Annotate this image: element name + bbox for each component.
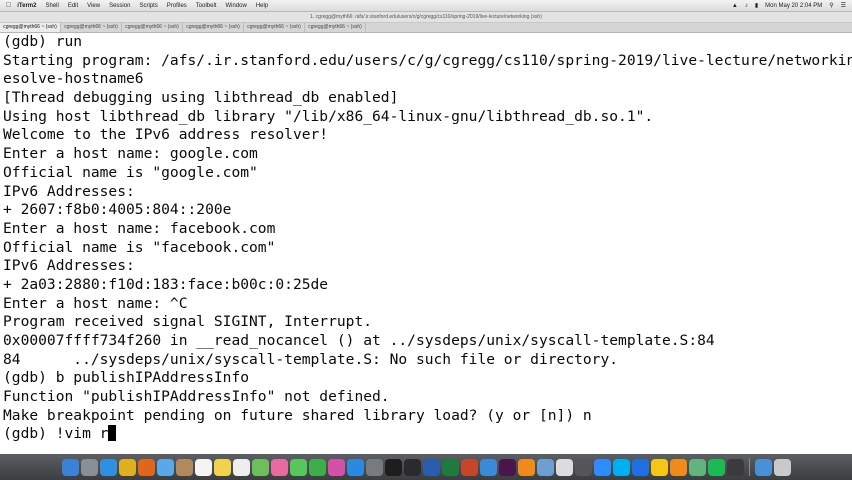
calendar-icon[interactable] xyxy=(194,458,212,476)
menu-toolbelt[interactable]: Toolbelt xyxy=(196,3,217,9)
terminal-line: Official name is "google.com" xyxy=(3,163,258,181)
terminal-line: Function "publishIPAddressInfo" not defi… xyxy=(3,388,390,406)
downloads-icon[interactable] xyxy=(754,458,772,476)
terminal-line: Make breakpoint pending on future shared… xyxy=(3,406,592,424)
menu-shell[interactable]: Shell xyxy=(45,3,58,9)
firefox-icon[interactable] xyxy=(137,458,155,476)
terminal-tab[interactable]: cgregg@myth66 ~ (ssh) xyxy=(61,23,122,32)
notes-icon[interactable] xyxy=(213,458,231,476)
finder-icon[interactable] xyxy=(61,458,79,476)
itunes-icon[interactable] xyxy=(327,458,345,476)
menu-edit[interactable]: Edit xyxy=(68,3,78,9)
excel-icon[interactable] xyxy=(441,458,459,476)
textedit-icon[interactable] xyxy=(555,458,573,476)
dock-separator xyxy=(748,458,750,476)
trash-icon[interactable] xyxy=(773,458,791,476)
preferences-icon[interactable] xyxy=(365,458,383,476)
safari-icon[interactable] xyxy=(99,458,117,476)
terminal-line: (gdb) b publishIPAddressInfo xyxy=(3,369,250,387)
terminal-line: Using host libthread_db library "/lib/x8… xyxy=(3,107,654,125)
iterm-icon[interactable] xyxy=(403,458,421,476)
terminal-line: 0x00007ffff734f260 in __read_nocancel ()… xyxy=(3,332,715,349)
terminal-icon[interactable] xyxy=(384,458,402,476)
xcode-icon[interactable] xyxy=(479,458,497,476)
terminal-prompt-line[interactable]: (gdb) !vim r xyxy=(0,425,852,444)
menu-clock[interactable]: Mon May 20 2:04 PM xyxy=(765,3,822,9)
notification-center-icon[interactable]: ☰ xyxy=(841,2,846,9)
terminal-line: esolve-hostname6 xyxy=(3,70,144,88)
menu-scripts[interactable]: Scripts xyxy=(139,3,157,9)
terminal-line: Program received signal SIGINT, Interrup… xyxy=(3,313,373,331)
window-title: 1. cgregg@myth66: /afs/.ir.stanford.edu/… xyxy=(0,12,852,23)
photos-icon[interactable] xyxy=(270,458,288,476)
terminal-line: + 2a03:2880:f10d:183:face:b00c:0:25de xyxy=(3,275,329,293)
terminal-tab[interactable]: cgregg@myth66 ~ (ssh) xyxy=(0,23,61,32)
terminal-line: (gdb) run xyxy=(3,33,83,50)
terminal-tab[interactable]: cgregg@myth66 ~ (ssh) xyxy=(122,23,183,32)
menu-session[interactable]: Session xyxy=(109,3,130,9)
terminal-line: Welcome to the IPv6 address resolver! xyxy=(3,126,329,144)
terminal-tab[interactable]: cgregg@myth66 ~ (ssh) xyxy=(244,23,305,32)
appstore-icon[interactable] xyxy=(346,458,364,476)
chrome-icon[interactable] xyxy=(118,458,136,476)
terminal-line: Enter a host name: facebook.com xyxy=(3,219,276,237)
wifi-icon[interactable]: ▲ xyxy=(732,3,738,9)
reminders-icon[interactable] xyxy=(232,458,250,476)
facetime-icon[interactable] xyxy=(308,458,326,476)
prompt-text: (gdb) !vim r xyxy=(3,425,109,443)
vlc-icon[interactable] xyxy=(517,458,535,476)
terminal-line: IPv6 Addresses: xyxy=(3,257,135,275)
mail-icon[interactable] xyxy=(156,458,174,476)
activity-icon[interactable] xyxy=(574,458,592,476)
menu-iterm2[interactable]: iTerm2 xyxy=(17,3,36,9)
contacts-icon[interactable] xyxy=(175,458,193,476)
messages-icon[interactable] xyxy=(289,458,307,476)
quicktime-icon[interactable] xyxy=(726,458,744,476)
atom-icon[interactable] xyxy=(688,458,706,476)
spotify-icon[interactable] xyxy=(707,458,725,476)
spotlight-icon[interactable]: ⚲ xyxy=(829,2,833,9)
gdrive-icon[interactable] xyxy=(650,458,668,476)
menu-view[interactable]: View xyxy=(87,3,100,9)
terminal-line: 84 ../sysdeps/unix/syscall-template.S: N… xyxy=(3,350,619,368)
terminal-line: Official name is "facebook.com" xyxy=(3,238,276,256)
terminal-tab[interactable]: cgregg@myth66 ~ (ssh) xyxy=(183,23,244,32)
terminal-line: Enter a host name: ^C xyxy=(3,294,188,312)
tab-bar: cgregg@myth66 ~ (ssh) cgregg@myth66 ~ (ss… xyxy=(0,23,852,33)
sublime-icon[interactable] xyxy=(669,458,687,476)
word-icon[interactable] xyxy=(422,458,440,476)
menu-window[interactable]: Window xyxy=(225,3,246,9)
slack-icon[interactable] xyxy=(498,458,516,476)
battery-icon[interactable]: ▮ xyxy=(755,2,758,9)
terminal-tab[interactable]: cgregg@myth66 ~ (ssh) xyxy=(305,23,366,32)
menu-help[interactable]: Help xyxy=(256,3,268,9)
terminal-line: [Thread debugging using libthread_db ena… xyxy=(3,89,399,107)
menu-profiles[interactable]: Profiles xyxy=(167,3,187,9)
terminal-output[interactable]: (gdb) run Starting program: /afs/.ir.stan… xyxy=(0,33,852,451)
dropbox-icon[interactable] xyxy=(631,458,649,476)
text-cursor xyxy=(108,425,117,442)
volume-icon[interactable]: ♪ xyxy=(745,3,748,9)
skype-icon[interactable] xyxy=(612,458,630,476)
maps-icon[interactable] xyxy=(251,458,269,476)
menu-bar:  iTerm2 Shell Edit View Session Scripts Profi… xyxy=(0,0,852,12)
preview-icon[interactable] xyxy=(536,458,554,476)
powerpoint-icon[interactable] xyxy=(460,458,478,476)
zoom-icon[interactable] xyxy=(593,458,611,476)
terminal-line: + 2607:f8b0:4005:804::200e xyxy=(3,201,232,219)
terminal-line: IPv6 Addresses: xyxy=(3,182,135,200)
apple-icon[interactable]:  xyxy=(6,2,11,9)
terminal-line: Enter a host name: google.com xyxy=(3,145,258,163)
dock xyxy=(0,454,852,480)
terminal-line: Starting program: /afs/.ir.stanford.edu/… xyxy=(3,51,852,69)
launchpad-icon[interactable] xyxy=(80,458,98,476)
